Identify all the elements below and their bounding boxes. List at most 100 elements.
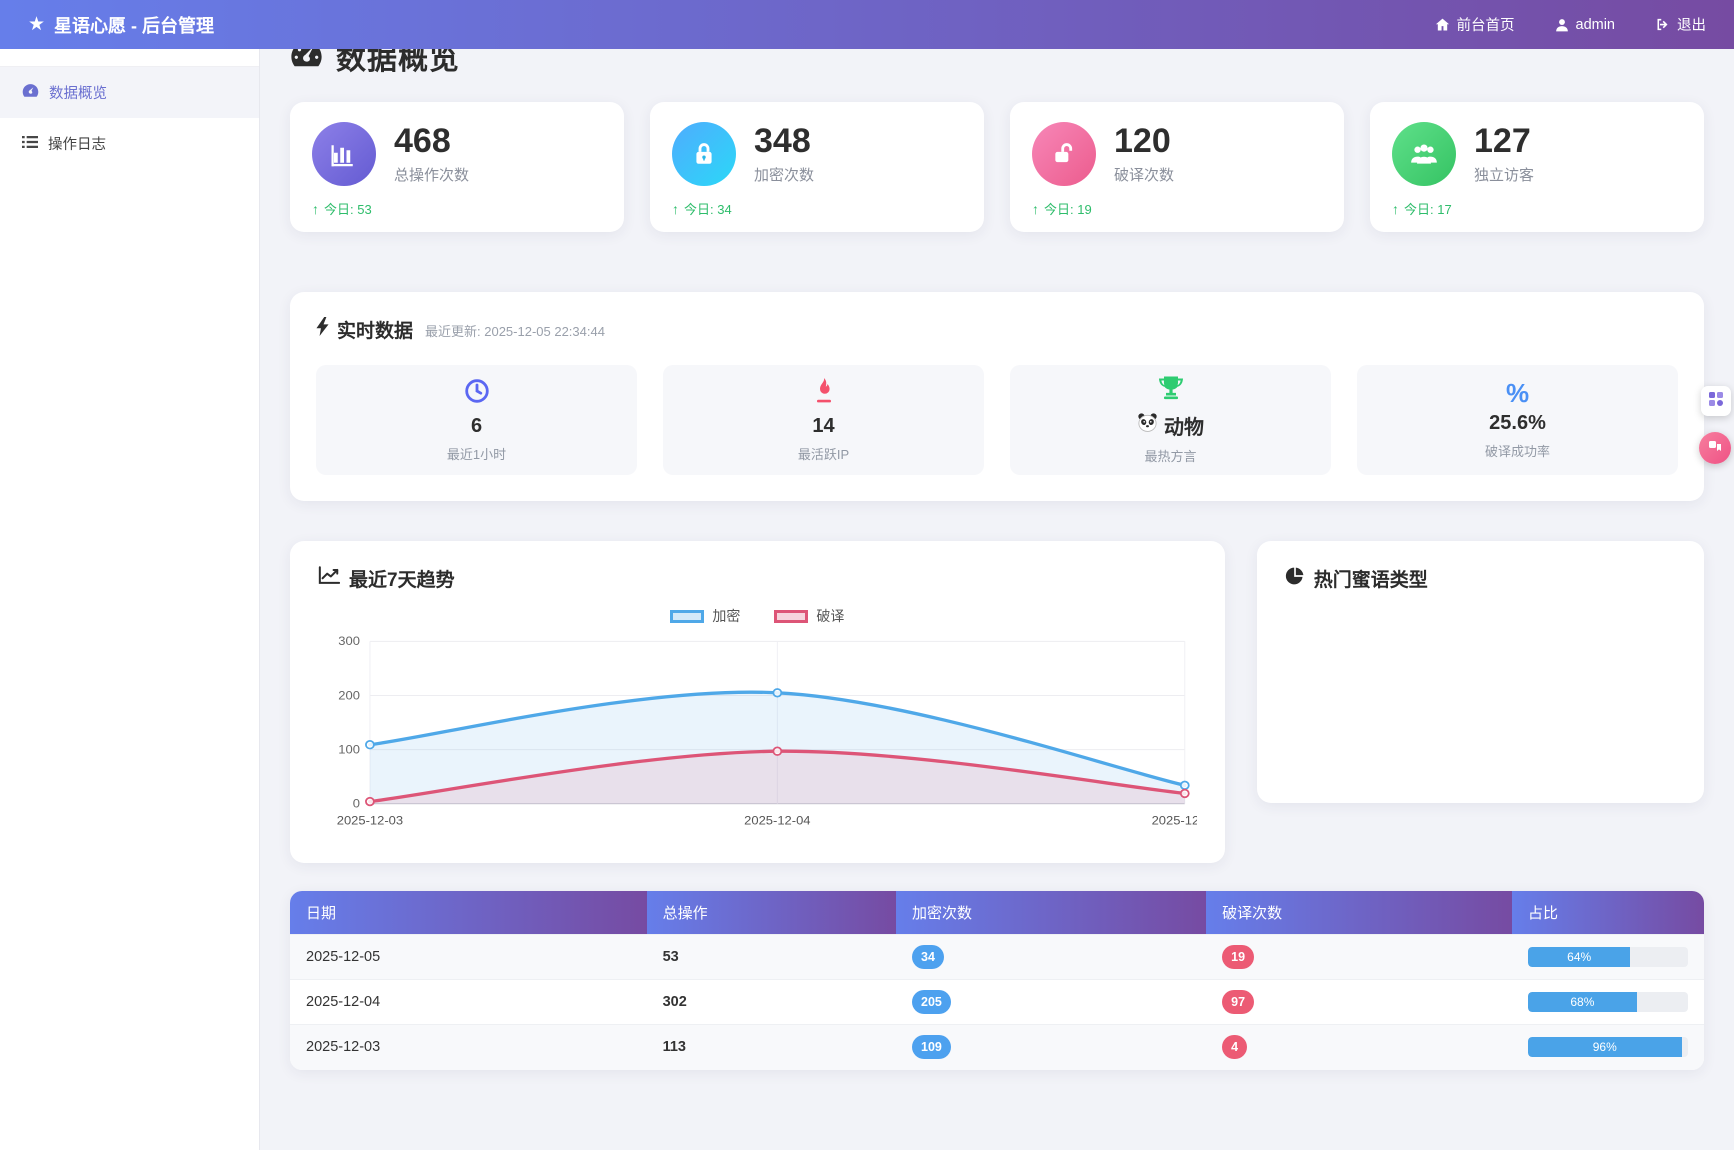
decrypt-badge: 19	[1222, 945, 1254, 969]
realtime-label: 最活跃IP	[798, 444, 849, 463]
svg-text:2025-12-05: 2025-12-05	[1152, 814, 1197, 828]
trophy-icon	[1158, 375, 1184, 405]
percent-icon: %	[1506, 380, 1529, 406]
star-icon: ★	[28, 13, 45, 36]
ratio-progress-fill: 96%	[1528, 1037, 1682, 1057]
lock-icon	[672, 122, 736, 186]
realtime-updated: 最近更新: 2025-12-05 22:34:44	[425, 321, 605, 340]
realtime-value: 动物	[1164, 411, 1204, 440]
table-row: 2025-12-04 302 205 97 68%	[290, 980, 1704, 1025]
stat-today: 今日: 17	[1404, 199, 1452, 218]
trend-chart-card: 最近7天趋势 加密破译 01002003002025-12-032025-12-…	[290, 541, 1225, 863]
ratio-progress: 64%	[1528, 947, 1688, 967]
ratio-progress: 68%	[1528, 992, 1688, 1012]
daily-stats-table: 日期 总操作 加密次数 破译次数 占比 2025-12-05 53 34 19 …	[290, 891, 1704, 1070]
svg-text:100: 100	[338, 743, 360, 757]
stat-card-decrypt: 120 破译次数 ↑今日: 19	[1010, 102, 1344, 232]
cell-total: 113	[647, 1025, 896, 1070]
sidebar: 数据概览 操作日志	[0, 49, 260, 1150]
sidebar-divider	[0, 49, 259, 67]
stat-today: 今日: 34	[684, 199, 732, 218]
pie-chart-card: 热门蜜语类型	[1257, 541, 1704, 803]
users-icon	[1392, 122, 1456, 186]
stat-label: 破译次数	[1114, 164, 1174, 185]
stat-cards-row: 468 总操作次数 ↑今日: 53 348 加密次数 ↑今日: 34	[290, 102, 1704, 232]
nav-link-admin[interactable]: admin	[1555, 17, 1616, 33]
top-navbar: ★ 星语心愿 - 后台管理 前台首页 admin 退出	[0, 0, 1734, 49]
pie-card-title: 热门蜜语类型	[1314, 565, 1428, 592]
encrypt-badge: 205	[912, 990, 951, 1014]
arrow-up-icon: ↑	[1032, 201, 1039, 217]
stat-card-total-ops: 468 总操作次数 ↑今日: 53	[290, 102, 624, 232]
svg-text:2025-12-03: 2025-12-03	[337, 814, 403, 828]
legend-item[interactable]: 破译	[774, 606, 844, 626]
bar-chart-icon	[312, 122, 376, 186]
widget-icon	[1707, 438, 1723, 459]
home-icon	[1435, 17, 1450, 32]
cell-date: 2025-12-05	[290, 935, 647, 980]
stat-today: 今日: 53	[324, 199, 372, 218]
legend-item[interactable]: 加密	[670, 606, 740, 626]
line-chart-icon	[318, 566, 340, 591]
realtime-value: 25.6%	[1489, 412, 1546, 435]
floating-grid-button[interactable]	[1701, 386, 1731, 416]
sidebar-item-label: 操作日志	[48, 133, 106, 154]
legend-label: 破译	[816, 606, 844, 626]
realtime-label: 最近1小时	[447, 444, 506, 463]
realtime-box-hot-dialect: 动物 最热方言	[1010, 365, 1331, 475]
sidebar-item-overview[interactable]: 数据概览	[0, 67, 259, 118]
dashboard-icon	[22, 83, 39, 102]
unlock-icon	[1032, 122, 1096, 186]
svg-text:2025-12-04: 2025-12-04	[744, 814, 810, 828]
realtime-label: 最热方言	[1144, 446, 1196, 465]
log-list-icon	[22, 135, 38, 153]
cell-date: 2025-12-04	[290, 980, 647, 1025]
decrypt-badge: 97	[1222, 990, 1254, 1014]
realtime-box-success-rate: % 25.6% 破译成功率	[1357, 365, 1678, 475]
chart-legend[interactable]: 加密 破译	[318, 606, 1197, 626]
realtime-title: 实时数据	[337, 316, 413, 343]
encrypt-badge: 109	[912, 1035, 951, 1059]
cell-total: 302	[647, 980, 896, 1025]
legend-swatch	[670, 610, 704, 623]
realtime-box-last-hour: 6 最近1小时	[316, 365, 637, 475]
stat-label: 独立访客	[1474, 164, 1534, 185]
arrow-up-icon: ↑	[1392, 201, 1399, 217]
cell-date: 2025-12-03	[290, 1025, 647, 1070]
panda-icon	[1137, 413, 1158, 438]
nav-link-label: 退出	[1677, 14, 1706, 35]
ratio-progress: 96%	[1528, 1037, 1688, 1057]
user-icon	[1555, 18, 1569, 32]
ratio-progress-fill: 68%	[1528, 992, 1637, 1012]
main-content: 数据概览 468 总操作次数 ↑今日: 53 348	[260, 0, 1734, 1070]
realtime-box-active-ip: 14 最活跃IP	[663, 365, 984, 475]
legend-swatch	[774, 610, 808, 623]
brand-title: 星语心愿 - 后台管理	[54, 12, 214, 38]
stat-label: 加密次数	[754, 164, 814, 185]
sidebar-item-logs[interactable]: 操作日志	[0, 118, 259, 169]
floating-widget-button[interactable]	[1699, 432, 1731, 464]
daily-stats-table-card: 日期 总操作 加密次数 破译次数 占比 2025-12-05 53 34 19 …	[290, 891, 1704, 1070]
table-row: 2025-12-05 53 34 19 64%	[290, 935, 1704, 980]
ratio-progress-fill: 64%	[1528, 947, 1630, 967]
stat-card-visitors: 127 独立访客 ↑今日: 17	[1370, 102, 1704, 232]
nav-link-frontend[interactable]: 前台首页	[1435, 14, 1515, 35]
realtime-value: 14	[812, 415, 834, 438]
col-header-ratio: 占比	[1512, 891, 1704, 935]
nav-link-label: 前台首页	[1457, 14, 1515, 35]
bolt-icon	[316, 317, 329, 342]
stat-label: 总操作次数	[394, 164, 469, 185]
flame-icon	[813, 378, 835, 409]
trend-line-chart: 01002003002025-12-032025-12-042025-12-05	[318, 628, 1197, 840]
brand: ★ 星语心愿 - 后台管理	[28, 12, 214, 38]
realtime-label: 破译成功率	[1485, 441, 1550, 460]
stat-value: 468	[394, 123, 469, 160]
table-header-row: 日期 总操作 加密次数 破译次数 占比	[290, 891, 1704, 935]
col-header-decrypt: 破译次数	[1206, 891, 1512, 935]
sidebar-item-label: 数据概览	[49, 82, 107, 103]
arrow-up-icon: ↑	[672, 201, 679, 217]
col-header-encrypt: 加密次数	[896, 891, 1206, 935]
nav-link-label: admin	[1576, 17, 1616, 33]
cell-total: 53	[647, 935, 896, 980]
nav-link-logout[interactable]: 退出	[1655, 14, 1706, 35]
